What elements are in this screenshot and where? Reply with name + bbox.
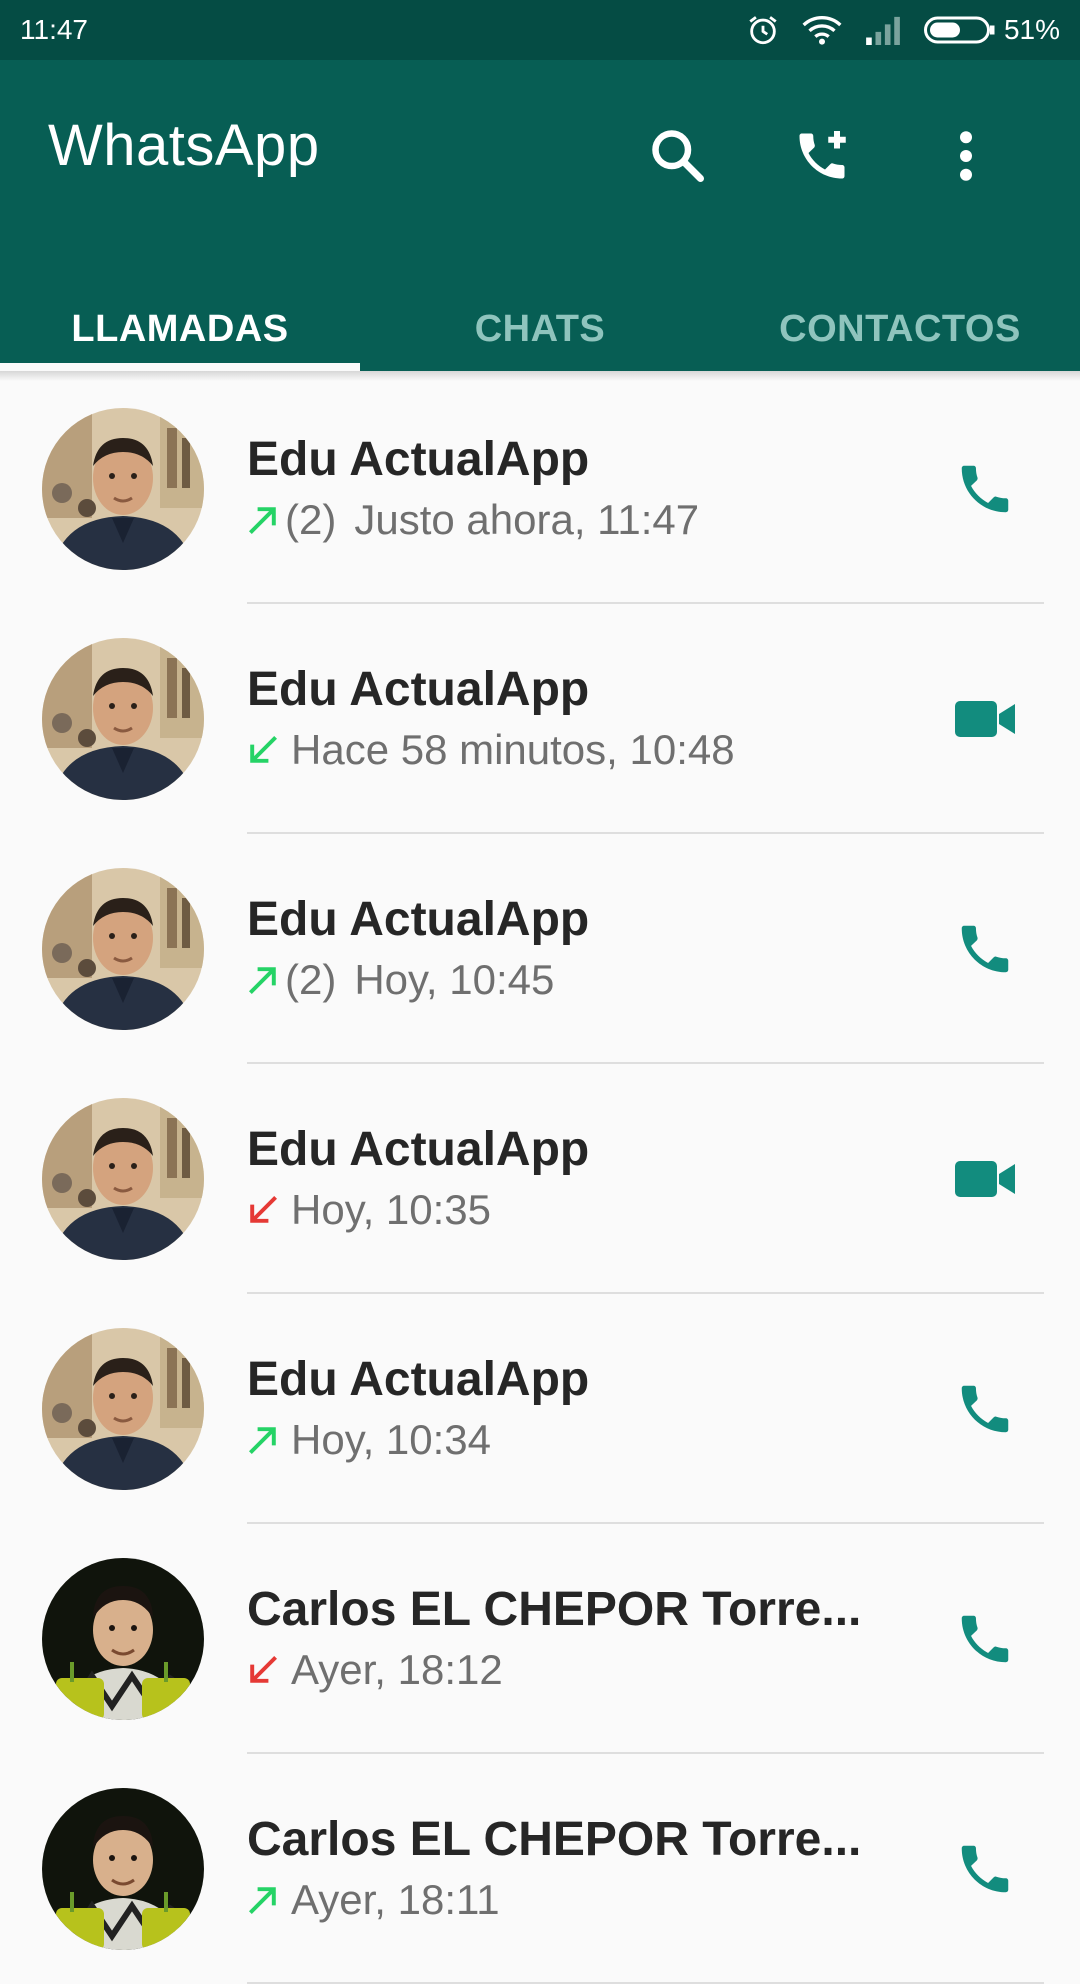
wifi-icon: [802, 16, 842, 45]
more-options-button[interactable]: [918, 108, 1014, 204]
voice-call-button[interactable]: [937, 1828, 1033, 1910]
active-tab-indicator: [0, 363, 360, 371]
call-row[interactable]: Carlos EL CHEPOR Torre... Ayer, 18:12: [0, 1524, 1080, 1754]
avatar-photo: [42, 1788, 204, 1950]
call-time: Hoy, 10:35: [291, 1186, 492, 1233]
more-options-icon: [960, 131, 972, 181]
video-call-icon: [955, 1161, 1015, 1197]
video-call-icon: [955, 701, 1015, 737]
call-row[interactable]: Edu ActualApp Hace 58 minutos, 10:48: [0, 604, 1080, 834]
missed-call-arrow-icon: [250, 1655, 278, 1683]
call-time: Ayer, 18:12: [291, 1646, 503, 1693]
battery-indicator: 51%: [923, 14, 1060, 46]
outgoing-call-arrow-icon: [248, 507, 276, 535]
video-call-button[interactable]: [937, 678, 1033, 760]
call-time: Hace 58 minutos, 10:48: [291, 726, 735, 773]
avatar[interactable]: [42, 1328, 204, 1490]
call-row[interactable]: Edu ActualApp Hoy, 10:34: [0, 1294, 1080, 1524]
call-meta: Ayer, 18:12: [245, 1646, 503, 1694]
call-meta: Hoy, 10:34: [245, 1416, 491, 1464]
contact-name: Edu ActualApp: [247, 1123, 590, 1176]
app-bar: WhatsApp LLAMADAS CHATS CONTACTOS: [0, 60, 1080, 371]
call-time: Hoy, 10:34: [291, 1416, 492, 1463]
call-meta: Hace 58 minutos, 10:48: [245, 726, 735, 774]
avatar-photo: [42, 868, 204, 1030]
call-row[interactable]: Edu ActualApp (2) Hoy, 10:45: [0, 834, 1080, 1064]
voice-call-button[interactable]: [937, 1598, 1033, 1680]
call-meta: Ayer, 18:11: [245, 1876, 500, 1924]
avatar-photo: [42, 638, 204, 800]
battery-percent: 51%: [1003, 14, 1060, 45]
avatar[interactable]: [42, 408, 204, 570]
tab-chats[interactable]: CHATS: [360, 300, 720, 371]
status-time: 11:47: [20, 14, 88, 45]
voice-call-icon: [961, 1615, 1009, 1663]
outgoing-call-arrow-icon: [248, 967, 276, 995]
incoming-call-arrow-icon: [250, 735, 278, 763]
voice-call-button[interactable]: [937, 1368, 1033, 1450]
voice-call-icon: [961, 925, 1009, 973]
tab-llamadas[interactable]: LLAMADAS: [0, 300, 360, 371]
avatar[interactable]: [42, 1098, 204, 1260]
avatar[interactable]: [42, 1558, 204, 1720]
avatar[interactable]: [42, 1788, 204, 1950]
new-call-icon: [799, 131, 846, 179]
call-row[interactable]: Carlos EL CHEPOR Torre... Ayer, 18:11: [0, 1754, 1080, 1984]
avatar-photo: [42, 408, 204, 570]
voice-call-icon: [961, 1385, 1009, 1433]
voice-call-icon: [961, 1845, 1009, 1893]
call-row[interactable]: Edu ActualApp (2) Justo ahora, 11:47: [0, 374, 1080, 604]
call-meta: (2) Hoy, 10:45: [245, 956, 554, 1004]
avatar-photo: [42, 1558, 204, 1720]
battery-icon: [923, 16, 995, 44]
signal-icon: [866, 16, 900, 45]
voice-call-icon: [961, 465, 1009, 513]
contact-name: Edu ActualApp: [247, 1353, 590, 1406]
avatar-photo: [42, 1328, 204, 1490]
call-time: Justo ahora, 11:47: [354, 496, 700, 543]
call-row[interactable]: Edu ActualApp Hoy, 10:35: [0, 1064, 1080, 1294]
avatar[interactable]: [42, 638, 204, 800]
tab-contactos[interactable]: CONTACTOS: [720, 300, 1080, 371]
call-time: Ayer, 18:11: [291, 1876, 500, 1923]
contact-name: Carlos EL CHEPOR Torre...: [247, 1583, 862, 1636]
alarm-icon: [749, 16, 777, 45]
search-button[interactable]: [630, 108, 726, 204]
call-meta: (2) Justo ahora, 11:47: [245, 496, 699, 544]
call-meta: Hoy, 10:35: [245, 1186, 491, 1234]
contact-name: Edu ActualApp: [247, 663, 590, 716]
tab-bar: LLAMADAS CHATS CONTACTOS: [0, 300, 1080, 371]
avatar-photo: [42, 1098, 204, 1260]
video-call-button[interactable]: [937, 1138, 1033, 1220]
outgoing-call-arrow-icon: [248, 1427, 276, 1455]
app-title: WhatsApp: [48, 113, 320, 178]
voice-call-button[interactable]: [937, 908, 1033, 990]
new-call-button[interactable]: [774, 108, 870, 204]
voice-call-button[interactable]: [937, 448, 1033, 530]
call-count: (2): [285, 956, 337, 1003]
call-count: (2): [285, 496, 337, 543]
missed-call-arrow-icon: [250, 1195, 278, 1223]
call-list: Edu ActualApp (2) Justo ahora, 11:47 Edu…: [0, 374, 1080, 1984]
search-icon: [652, 130, 704, 182]
contact-name: Edu ActualApp: [247, 893, 590, 946]
avatar[interactable]: [42, 868, 204, 1030]
contact-name: Carlos EL CHEPOR Torre...: [247, 1813, 862, 1866]
status-icons: 51%: [746, 13, 1060, 47]
outgoing-call-arrow-icon: [248, 1887, 276, 1915]
call-time: Hoy, 10:45: [354, 956, 555, 1003]
contact-name: Edu ActualApp: [247, 433, 590, 486]
status-bar: 11:47 51%: [0, 0, 1080, 60]
